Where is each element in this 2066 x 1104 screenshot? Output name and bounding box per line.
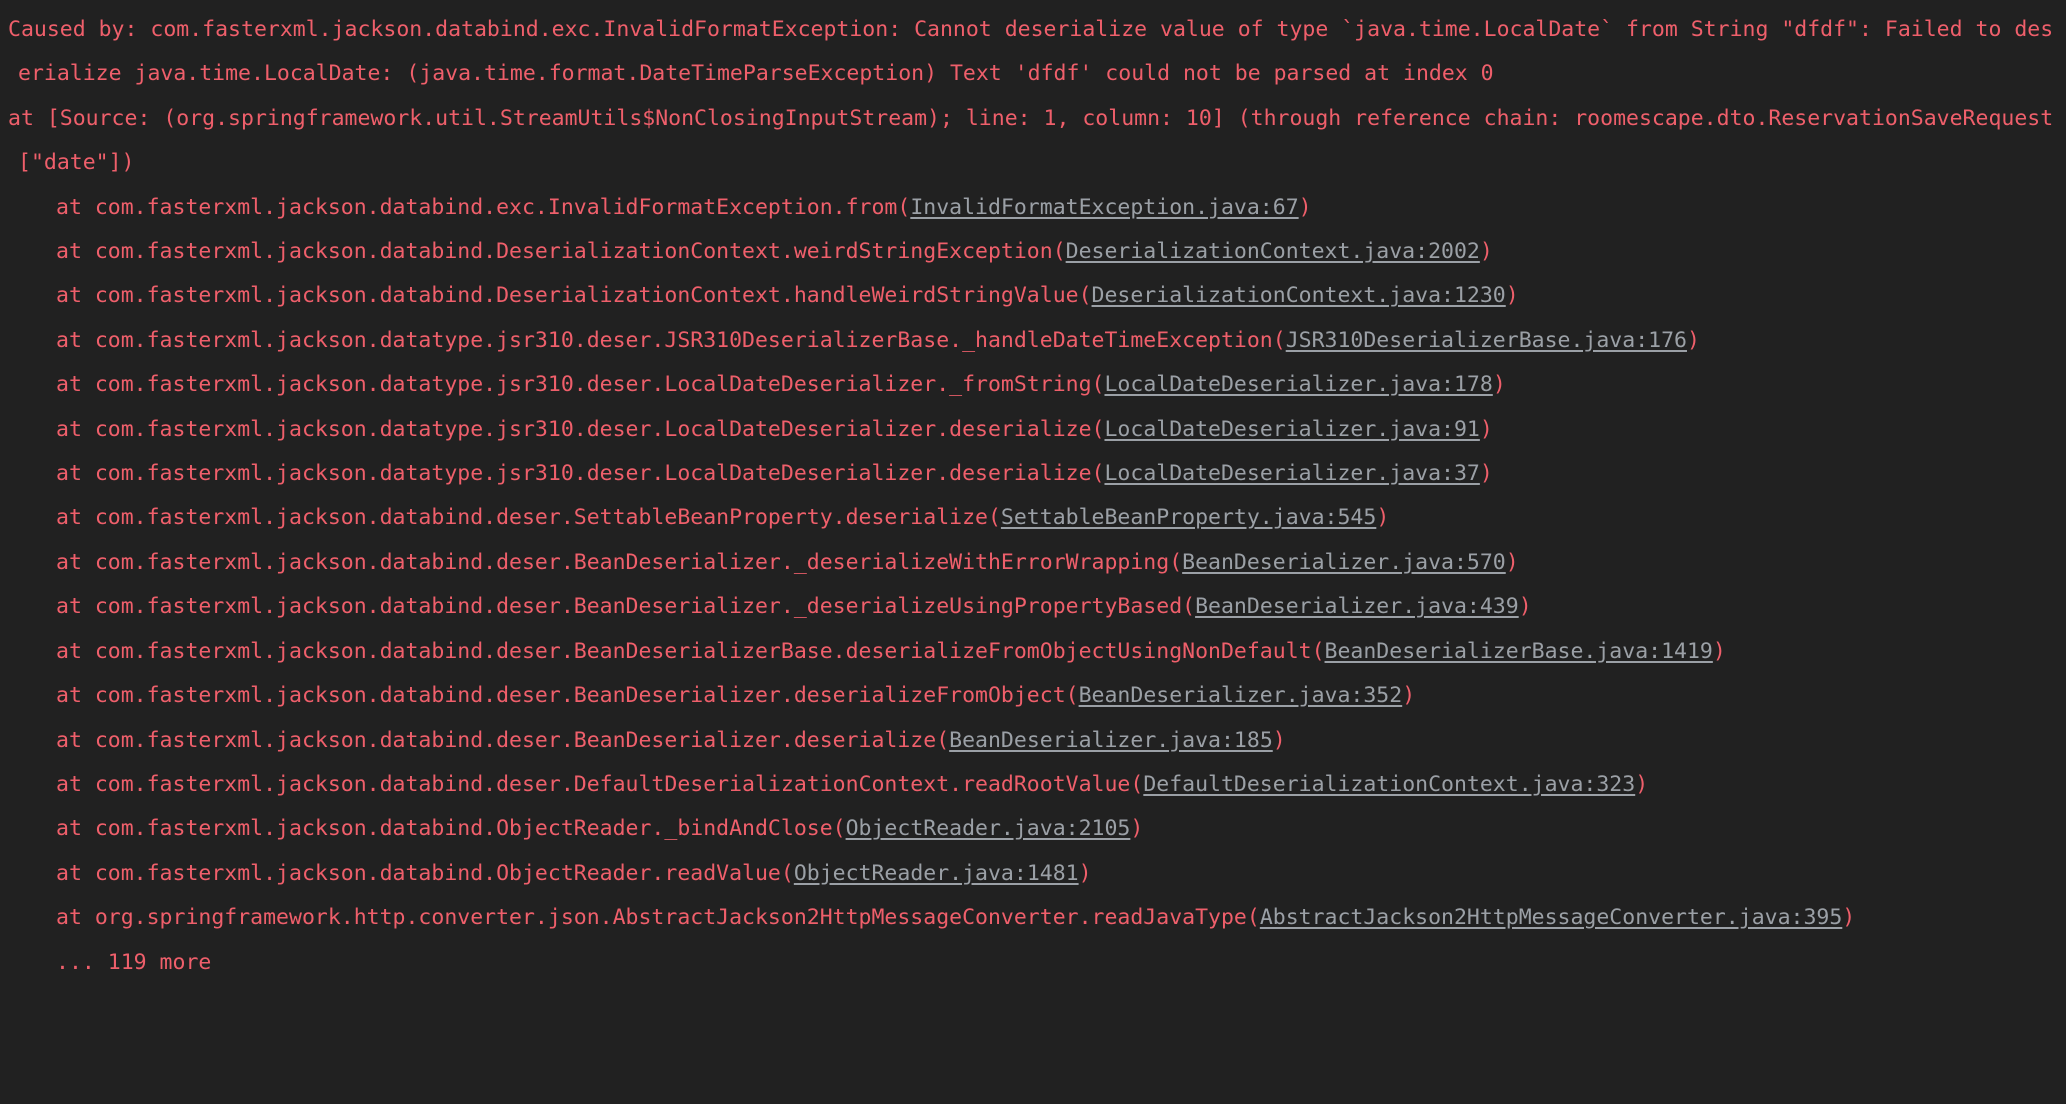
- stack-trace-text: ): [1635, 771, 1649, 797]
- stack-trace-line: at com.fasterxml.jackson.databind.deser.…: [6, 763, 2056, 807]
- stack-trace-text: ): [1298, 194, 1312, 220]
- stack-trace-text: at com.fasterxml.jackson.datatype.jsr310…: [56, 416, 1105, 442]
- stack-trace-line: at com.fasterxml.jackson.datatype.jsr310…: [6, 363, 2056, 407]
- stack-trace-text: ... 119 more: [56, 949, 212, 975]
- stack-trace-text: Caused by: com.fasterxml.jackson.databin…: [8, 17, 2054, 87]
- source-link[interactable]: BeanDeserializer.java:439: [1195, 594, 1519, 619]
- source-link[interactable]: ObjectReader.java:2105: [846, 816, 1131, 841]
- source-link[interactable]: LocalDateDeserializer.java:37: [1104, 461, 1479, 486]
- source-link[interactable]: SettableBeanProperty.java:545: [1001, 505, 1376, 530]
- stack-trace-text: ): [1505, 549, 1519, 575]
- stack-trace-console[interactable]: Caused by: com.fasterxml.jackson.databin…: [0, 0, 2066, 1104]
- source-link[interactable]: ObjectReader.java:1481: [794, 861, 1079, 886]
- stack-trace-line: at com.fasterxml.jackson.databind.deser.…: [6, 630, 2056, 674]
- stack-trace-text: ): [1505, 283, 1519, 309]
- stack-trace-text: at com.fasterxml.jackson.datatype.jsr310…: [56, 372, 1105, 398]
- stack-trace-line: at com.fasterxml.jackson.databind.deser.…: [6, 719, 2056, 763]
- source-link[interactable]: LocalDateDeserializer.java:178: [1104, 372, 1492, 397]
- stack-trace-line: at com.fasterxml.jackson.databind.deser.…: [6, 496, 2056, 540]
- stack-trace-text: at com.fasterxml.jackson.datatype.jsr310…: [56, 461, 1105, 487]
- stack-trace-text: ): [1130, 816, 1144, 842]
- stack-trace-line: at com.fasterxml.jackson.databind.Object…: [6, 807, 2056, 851]
- stack-trace-text: at com.fasterxml.jackson.databind.deser.…: [56, 594, 1196, 620]
- stack-trace-text: at com.fasterxml.jackson.databind.Deseri…: [56, 239, 1066, 265]
- source-link[interactable]: BeanDeserializer.java:352: [1079, 683, 1403, 708]
- stack-trace-line: at com.fasterxml.jackson.databind.Deseri…: [6, 230, 2056, 274]
- stack-trace-text: at com.fasterxml.jackson.databind.deser.…: [56, 771, 1144, 797]
- stack-trace-text: at com.fasterxml.jackson.databind.Object…: [56, 860, 794, 886]
- stack-trace-line: at com.fasterxml.jackson.databind.Deseri…: [6, 274, 2056, 318]
- stack-trace-text: ): [1492, 372, 1506, 398]
- source-link[interactable]: LocalDateDeserializer.java:91: [1104, 417, 1479, 442]
- stack-trace-text: at com.fasterxml.jackson.databind.deser.…: [56, 727, 950, 753]
- stack-trace-line: Caused by: com.fasterxml.jackson.databin…: [6, 8, 2056, 97]
- stack-trace-line: at com.fasterxml.jackson.databind.deser.…: [6, 674, 2056, 718]
- stack-trace-text: at com.fasterxml.jackson.databind.deser.…: [56, 683, 1079, 709]
- stack-trace-text: ): [1272, 727, 1286, 753]
- source-link[interactable]: BeanDeserializer.java:185: [949, 728, 1273, 753]
- stack-trace-text: ): [1518, 594, 1532, 620]
- stack-trace-text: ): [1078, 860, 1092, 886]
- stack-trace-text: ): [1686, 327, 1700, 353]
- stack-trace-line: at [Source: (org.springframework.util.St…: [6, 97, 2056, 186]
- source-link[interactable]: BeanDeserializerBase.java:1419: [1325, 639, 1713, 664]
- stack-trace-text: ): [1842, 905, 1856, 931]
- stack-trace-line: at com.fasterxml.jackson.datatype.jsr310…: [6, 319, 2056, 363]
- source-link[interactable]: DefaultDeserializationContext.java:323: [1143, 772, 1635, 797]
- stack-trace-text: ): [1376, 505, 1390, 531]
- stack-trace-text: at org.springframework.http.converter.js…: [56, 905, 1260, 931]
- source-link[interactable]: DeserializationContext.java:1230: [1092, 283, 1506, 308]
- stack-trace-text: at [Source: (org.springframework.util.St…: [8, 105, 2054, 176]
- source-link[interactable]: DeserializationContext.java:2002: [1066, 239, 1480, 264]
- stack-trace-text: at com.fasterxml.jackson.databind.Object…: [56, 816, 846, 842]
- stack-trace-line: at com.fasterxml.jackson.datatype.jsr310…: [6, 408, 2056, 452]
- stack-trace-text: at com.fasterxml.jackson.databind.exc.In…: [56, 194, 911, 220]
- stack-trace-line: at com.fasterxml.jackson.databind.Object…: [6, 852, 2056, 896]
- stack-trace-text: at com.fasterxml.jackson.datatype.jsr310…: [56, 327, 1286, 353]
- source-link[interactable]: JSR310DeserializerBase.java:176: [1286, 328, 1687, 353]
- stack-trace-text: at com.fasterxml.jackson.databind.deser.…: [56, 549, 1183, 575]
- stack-trace-text: at com.fasterxml.jackson.databind.deser.…: [56, 505, 1001, 531]
- stack-trace-text: ): [1479, 416, 1493, 442]
- stack-trace-line: at com.fasterxml.jackson.databind.deser.…: [6, 585, 2056, 629]
- stack-trace-text: ): [1402, 683, 1416, 709]
- stack-trace-line: at com.fasterxml.jackson.datatype.jsr310…: [6, 452, 2056, 496]
- stack-trace-line: at com.fasterxml.jackson.databind.exc.In…: [6, 186, 2056, 230]
- source-link[interactable]: InvalidFormatException.java:67: [910, 195, 1298, 220]
- stack-trace-text: ): [1479, 461, 1493, 487]
- stack-trace-line: at com.fasterxml.jackson.databind.deser.…: [6, 541, 2056, 585]
- source-link[interactable]: AbstractJackson2HttpMessageConverter.jav…: [1260, 905, 1842, 930]
- stack-trace-line: at org.springframework.http.converter.js…: [6, 896, 2056, 940]
- stack-trace-line: ... 119 more: [6, 941, 2056, 985]
- stack-trace-text: at com.fasterxml.jackson.databind.Deseri…: [56, 283, 1092, 309]
- stack-trace-text: ): [1479, 239, 1493, 265]
- source-link[interactable]: BeanDeserializer.java:570: [1182, 550, 1506, 575]
- stack-trace-text: at com.fasterxml.jackson.databind.deser.…: [56, 638, 1325, 664]
- stack-trace-text: ): [1712, 638, 1726, 664]
